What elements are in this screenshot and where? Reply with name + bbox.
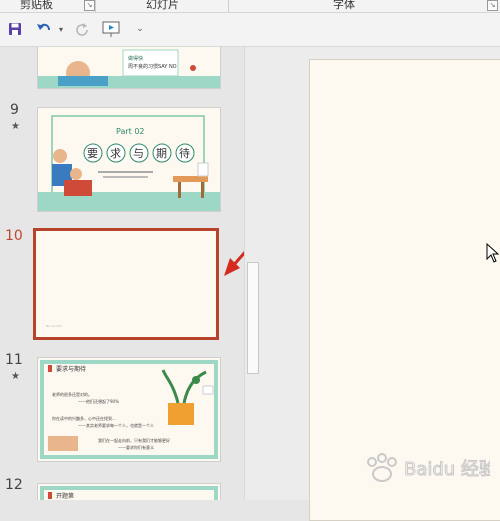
slide-9-title-char: 求	[110, 147, 121, 160]
slide-9-title-char: 要	[87, 147, 98, 160]
slide-8-art: 做得快 周不良的习惯SAY NO	[38, 47, 220, 88]
slide-11-line: ——其实老师要求每一个人，也就是一个人	[78, 422, 154, 428]
slide-thumbnail-11[interactable]: 要求与期待 老师的很多还是对的。 ——他们还想起了90% 你在读中的兴趣多，心中…	[37, 357, 221, 462]
slide-11-line: ——要求你们有意义	[118, 444, 154, 450]
slide-11-art: 要求与期待 老师的很多还是对的。 ——他们还想起了90% 你在读中的兴趣多，心中…	[38, 358, 220, 461]
slide-9-title-char: 与	[133, 147, 144, 160]
slide-thumbnail-8[interactable]: 做得快 周不良的习惯SAY NO	[37, 47, 221, 89]
watermark: Baidu 经验	[360, 448, 497, 488]
font-launcher-icon[interactable]: ↘	[487, 0, 498, 11]
start-slideshow-button[interactable]	[100, 19, 124, 39]
slide-number-12: 12	[5, 477, 23, 493]
slide-11-heading: 要求与期待	[56, 365, 86, 373]
slide-10-footer: Bai du Edu	[46, 324, 63, 328]
mouse-cursor-icon	[486, 243, 500, 263]
customize-toolbar-icon[interactable]: ⌄	[134, 19, 146, 39]
slide-number-10: 10	[5, 228, 23, 244]
slideshow-icon	[102, 21, 120, 37]
slide-number-9: 9	[10, 102, 19, 118]
ribbon-separator	[95, 0, 96, 12]
slide-9-part-label: Part 02	[116, 127, 145, 136]
watermark-text: Baidu 经验	[404, 459, 490, 480]
slide-11-line: 我们在一起走向前，只有我们才能够更好	[98, 437, 170, 443]
ribbon-separator	[228, 0, 229, 12]
thumbnails-scrollbar[interactable]	[244, 47, 259, 500]
ribbon-group-labels: 剪贴板 ↘ 幻灯片 字体 ↘	[0, 0, 500, 13]
slide-12-heading: 开题第	[56, 492, 74, 500]
slide-11-line: ——他们还想起了90%	[78, 398, 119, 404]
redo-icon	[76, 23, 88, 36]
save-icon	[9, 23, 21, 35]
slide-12-art: 开题第	[38, 484, 220, 500]
animation-star-icon: ★	[11, 371, 20, 382]
undo-icon	[37, 23, 50, 31]
slide-thumbnails-pane: 做得快 周不良的习惯SAY NO 9 ★ Part 02 要 求 与 期 待 1…	[0, 47, 244, 500]
slide-9-art: Part 02 要 求 与 期 待	[38, 108, 220, 211]
slide-8-top-text: 做得快	[128, 55, 143, 62]
slide-11-line: 你在读中的兴趣多，心中还在找到...	[52, 415, 116, 421]
clipboard-launcher-icon[interactable]: ↘	[84, 0, 95, 11]
slide-thumbnail-12[interactable]: 开题第	[37, 483, 221, 500]
ribbon-group-font: 字体	[333, 0, 355, 11]
annotation-arrow-icon	[224, 251, 244, 276]
slide-number-11: 11	[5, 352, 23, 368]
baidu-paw-icon: Baidu 经验	[367, 453, 497, 482]
quick-access-toolbar: ▾ ⌄	[0, 13, 500, 47]
slide-editor-area	[259, 47, 500, 521]
ribbon-group-slides: 幻灯片	[146, 0, 179, 11]
redo-button[interactable]	[72, 19, 92, 39]
undo-button[interactable]	[34, 19, 54, 39]
slide-thumbnail-9[interactable]: Part 02 要 求 与 期 待	[37, 107, 221, 212]
save-button[interactable]	[6, 19, 24, 39]
slide-thumbnail-10[interactable]: Bai du Edu	[33, 228, 219, 340]
animation-star-icon: ★	[11, 121, 20, 132]
undo-dropdown-icon[interactable]: ▾	[56, 19, 66, 39]
ribbon-group-clipboard: 剪贴板	[20, 0, 53, 11]
slide-9-title-char: 待	[179, 146, 190, 160]
slide-8-caption: 周不良的习惯SAY NO	[128, 63, 177, 70]
slide-9-title-char: 期	[156, 147, 167, 160]
scrollbar-thumb[interactable]	[247, 262, 259, 374]
slide-11-line: 老师的很多还是对的。	[52, 391, 92, 397]
